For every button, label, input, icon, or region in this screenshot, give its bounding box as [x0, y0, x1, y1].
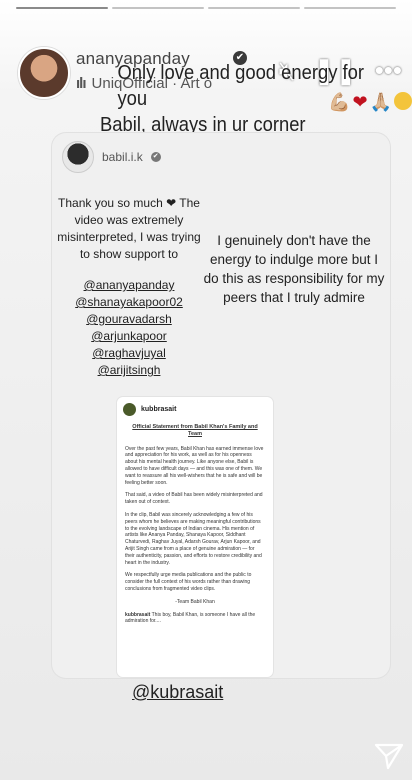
doc-avatar [123, 403, 136, 416]
verified-icon: ✔ [150, 152, 161, 162]
progress-segment [112, 7, 204, 9]
doc-caption: kubbrasait This boy, Babil Khan, is some… [125, 612, 265, 626]
reshared-story-card[interactable]: babil.i.k ✔ Thank you so much ❤ The vide… [52, 133, 390, 702]
story-progress [16, 7, 396, 9]
mention-link[interactable]: @arjunkapoor [54, 329, 204, 344]
progress-segment [16, 7, 108, 9]
doc-paragraph: We respectfully urge media publications … [125, 572, 252, 592]
doc-caption-user: kubbrasait [125, 611, 151, 618]
card-right-text: I genuinely don't have the energy to ind… [203, 233, 385, 305]
card-username[interactable]: babil.i.k [102, 150, 143, 164]
mention-link[interactable]: @arijitsingh [54, 363, 204, 378]
statement-screenshot: kubbrasait Official Statement from Babil… [117, 397, 273, 677]
mention-sticker[interactable]: @kubrasait [132, 682, 223, 703]
progress-segment [208, 7, 300, 9]
equalizer-icon: ılı [76, 75, 86, 92]
doc-body: Official Statement from Babil Khan's Fam… [125, 424, 265, 625]
doc-title: Official Statement from Babil Khan's Fam… [132, 424, 258, 437]
card-avatar[interactable] [62, 141, 94, 173]
mention-link[interactable]: @raghavjuyal [54, 346, 204, 361]
card-header: babil.i.k ✔ [62, 141, 161, 173]
doc-paragraph: Over the past few years, Babil Khan has … [125, 445, 264, 486]
doc-paragraph: In the clip, Babil was sincerely acknowl… [125, 511, 262, 566]
mention-link[interactable]: @ananyapanday [54, 278, 204, 293]
praying-hands-icon: 🙏🏼 [369, 92, 392, 112]
doc-username: kubbrasait [141, 406, 177, 413]
doc-header: kubbrasait [123, 403, 176, 416]
avatar[interactable] [18, 47, 70, 99]
mention-list: @ananyapanday @shanayakapoor02 @gouravad… [54, 276, 204, 378]
emoji-row: 💪🏼 ❤ 🙏🏼 [328, 92, 412, 113]
progress-segment [304, 7, 396, 9]
mention-link[interactable]: @gouravadarsh [54, 312, 204, 327]
mention-link[interactable]: @shanayakapoor02 [54, 295, 204, 310]
flexed-arm-icon: 💪🏼 [328, 92, 351, 112]
doc-paragraph: That said, a video of Babil has been wid… [125, 492, 263, 506]
smile-icon [394, 92, 412, 110]
heart-icon: ❤ [352, 92, 368, 112]
card-left-text: Thank you so much ❤ The video was extrem… [57, 196, 201, 261]
send-icon[interactable] [374, 742, 404, 770]
doc-signature: -Team Babil Khan [175, 598, 215, 605]
